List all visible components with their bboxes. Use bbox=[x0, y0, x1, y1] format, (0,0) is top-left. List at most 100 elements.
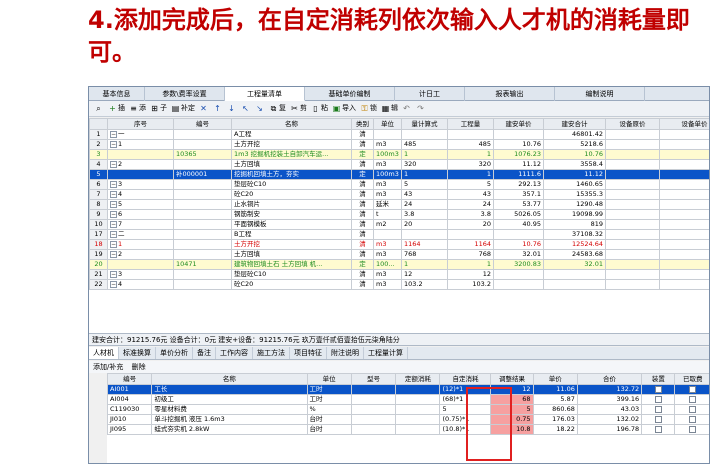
formula-cell[interactable]: 103.2 bbox=[401, 279, 448, 290]
seq-cell[interactable]: −2 bbox=[107, 249, 174, 260]
total-cell[interactable]: 1290.48 bbox=[543, 199, 606, 210]
equip-price-cell[interactable] bbox=[659, 179, 709, 190]
rcol-model[interactable]: 型号 bbox=[350, 373, 397, 385]
code-cell[interactable] bbox=[173, 249, 232, 260]
unit-price-cell[interactable]: 32.01 bbox=[493, 249, 544, 260]
unit-price-cell[interactable]: 10.76 bbox=[493, 139, 544, 150]
category-cell[interactable]: 清 bbox=[351, 269, 374, 280]
unit-price-cell[interactable]: 53.77 bbox=[493, 199, 544, 210]
formula-cell[interactable]: 5 bbox=[401, 179, 448, 190]
seq-cell[interactable]: −2 bbox=[107, 159, 174, 170]
name-cell[interactable]: 建筑物回填土石 土方回填 机... bbox=[231, 259, 352, 270]
lock-button[interactable]: ⚿ 锁 bbox=[358, 102, 379, 115]
name-cell[interactable]: 挖掘机回填土方，夯实 bbox=[231, 169, 352, 180]
total-cell[interactable] bbox=[543, 279, 606, 290]
category-cell[interactable]: 清 bbox=[351, 129, 374, 140]
code-cell[interactable] bbox=[173, 189, 232, 200]
col-unit-price[interactable]: 建安单价 bbox=[493, 118, 544, 130]
category-cell[interactable]: 清 bbox=[351, 189, 374, 200]
category-cell[interactable]: 定 bbox=[351, 259, 374, 270]
res-price-cell[interactable]: 18.22 bbox=[532, 424, 578, 435]
formula-cell[interactable] bbox=[401, 229, 448, 240]
seq-cell[interactable]: −5 bbox=[107, 199, 174, 210]
row-number[interactable]: 17 bbox=[89, 229, 108, 240]
table-row[interactable]: 6−3 垫层砼C10 清 m3 5 5 292.13 1460.65 bbox=[89, 179, 709, 190]
res-code-cell[interactable]: AI004 bbox=[107, 394, 153, 405]
tab-bill[interactable]: 工程量清单 bbox=[225, 87, 305, 101]
res-fee-cell[interactable] bbox=[674, 394, 709, 405]
name-cell[interactable]: 止水铜片 bbox=[231, 199, 352, 210]
rcol-price[interactable]: 单价 bbox=[532, 373, 578, 385]
col-seq[interactable]: 序号 bbox=[107, 118, 174, 130]
equip-orig-cell[interactable] bbox=[605, 219, 660, 230]
quantity-cell[interactable]: 12 bbox=[447, 269, 494, 280]
formula-cell[interactable]: 485 bbox=[401, 139, 448, 150]
code-cell[interactable]: 补000001 bbox=[173, 169, 232, 180]
res-name-cell[interactable]: 初级工 bbox=[151, 394, 308, 405]
res-model-cell[interactable] bbox=[350, 394, 397, 405]
res-device-cell[interactable] bbox=[641, 404, 676, 415]
row-number[interactable]: 9 bbox=[89, 209, 108, 220]
unit-price-cell[interactable] bbox=[493, 269, 544, 280]
res-total-cell[interactable]: 43.03 bbox=[576, 404, 643, 415]
btab-price-analysis[interactable]: 单价分析 bbox=[156, 347, 193, 359]
unit-price-cell[interactable]: 292.13 bbox=[493, 179, 544, 190]
expand-icon[interactable]: − bbox=[110, 130, 117, 138]
table-row[interactable]: 21−3 垫层砼C10 清 m3 12 12 bbox=[89, 269, 709, 280]
btab-notes[interactable]: 附注说明 bbox=[327, 347, 364, 359]
code-cell[interactable] bbox=[173, 279, 232, 290]
formula-cell[interactable]: 1 bbox=[401, 259, 448, 270]
unit-cell[interactable]: m3 bbox=[373, 179, 402, 190]
move-up-button[interactable]: ↑ bbox=[211, 102, 225, 115]
table-row[interactable]: 10−7 平面钢模板清 m2 20 20 40.95 819 bbox=[89, 219, 709, 230]
total-cell[interactable] bbox=[543, 269, 606, 280]
table-row[interactable]: 22−4 砼C20 清 m3 103.2 103.2 bbox=[89, 279, 709, 290]
res-fee-cell[interactable] bbox=[674, 424, 709, 435]
expand-icon[interactable]: − bbox=[110, 210, 117, 218]
row-number[interactable]: 4 bbox=[89, 159, 108, 170]
unit-cell[interactable]: m3 bbox=[373, 159, 402, 170]
btab-work-content[interactable]: 工作内容 bbox=[216, 347, 253, 359]
col-formula[interactable]: 量计算式 bbox=[401, 118, 448, 130]
seq-cell[interactable]: − 一 bbox=[107, 129, 174, 140]
equip-price-cell[interactable] bbox=[659, 159, 709, 170]
checkbox[interactable] bbox=[689, 425, 697, 433]
res-name-cell[interactable]: 工长 bbox=[151, 384, 308, 395]
unit-price-cell[interactable]: 10.76 bbox=[493, 239, 544, 250]
resource-row[interactable]: AI004 初级工 工时 (68)*1 68 5.87 399.16 bbox=[107, 394, 709, 405]
rcol-unit[interactable]: 单位 bbox=[306, 373, 352, 385]
name-cell[interactable]: 1m3 挖掘机挖装土自卸汽车运... bbox=[231, 149, 352, 160]
formula-cell[interactable]: 20 bbox=[401, 219, 448, 230]
expand-icon[interactable]: − bbox=[110, 270, 117, 278]
row-number[interactable]: 7 bbox=[89, 189, 108, 200]
quantity-cell[interactable]: 24 bbox=[447, 199, 494, 210]
res-device-cell[interactable] bbox=[641, 394, 676, 405]
name-cell[interactable]: A工程 bbox=[231, 129, 352, 140]
category-cell[interactable]: 定 bbox=[351, 149, 374, 160]
row-number[interactable]: 3 bbox=[89, 149, 108, 160]
code-cell[interactable]: 10471 bbox=[173, 259, 232, 270]
quantity-cell[interactable] bbox=[447, 229, 494, 240]
undo-button[interactable]: ↶ bbox=[400, 102, 414, 115]
category-cell[interactable]: 定 bbox=[351, 169, 374, 180]
equip-price-cell[interactable] bbox=[659, 259, 709, 270]
code-cell[interactable] bbox=[173, 199, 232, 210]
total-cell[interactable]: 5218.6 bbox=[543, 139, 606, 150]
table-row[interactable]: 20 10471 建筑物回填土石 土方回填 机... 定 100... 1 1 3200.83… bbox=[89, 259, 709, 270]
equip-price-cell[interactable] bbox=[659, 169, 709, 180]
expand-icon[interactable]: − bbox=[110, 200, 117, 208]
quantity-cell[interactable]: 320 bbox=[447, 159, 494, 170]
formula-cell[interactable]: 24 bbox=[401, 199, 448, 210]
formula-cell[interactable]: 768 bbox=[401, 249, 448, 260]
res-quota-cell[interactable] bbox=[395, 384, 441, 395]
name-cell[interactable]: 平面钢模板 bbox=[231, 219, 352, 230]
tab-daywork[interactable]: 计日工 bbox=[395, 87, 465, 101]
quantity-cell[interactable]: 43 bbox=[447, 189, 494, 200]
res-price-cell[interactable]: 176.03 bbox=[532, 414, 578, 425]
res-price-cell[interactable]: 5.87 bbox=[532, 394, 578, 405]
tab-basic-info[interactable]: 基本信息 bbox=[89, 87, 145, 101]
resource-grid[interactable]: 编号 名称 单位 型号 定额消耗 自定消耗 调整结果 单价 合价 装置 已取费 … bbox=[107, 373, 709, 463]
res-model-cell[interactable] bbox=[350, 384, 397, 395]
tab-notes[interactable]: 编制说明 bbox=[555, 87, 645, 101]
redo-button[interactable]: ↷ bbox=[414, 102, 428, 115]
